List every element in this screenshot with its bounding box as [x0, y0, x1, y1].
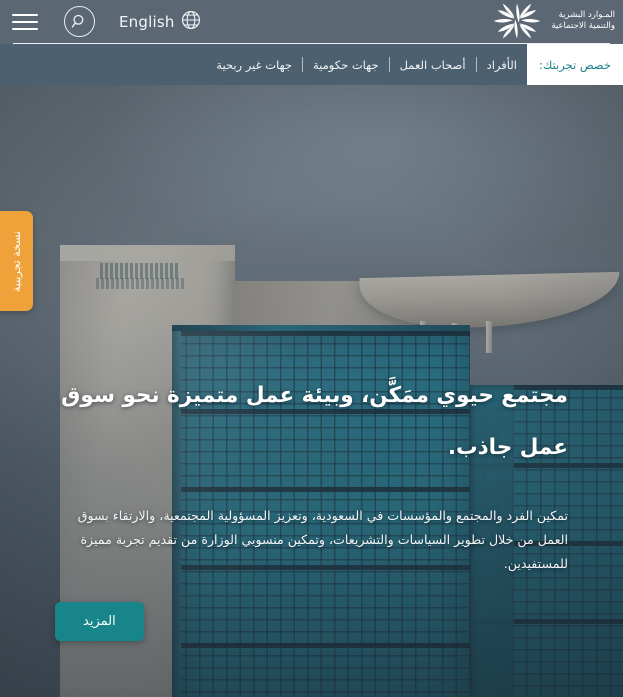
hero-button-row: المزيد [55, 576, 568, 641]
nav-separator [388, 57, 390, 72]
hero-description: تمكين الفرد والمجتمع والمؤسسات في السعود… [77, 508, 568, 571]
logo-line-2: والتنمية الاجتماعية [551, 21, 615, 31]
search-icon[interactable] [64, 6, 95, 37]
hamburger-menu-icon[interactable] [12, 11, 38, 33]
beta-version-badge[interactable]: نسخة تجريبية [0, 211, 33, 311]
ministry-logo[interactable]: المـوارد البشرية والتنمية الاجتماعية [491, 1, 615, 41]
header-left-controls: English [10, 0, 202, 43]
page-root: English المـوارد البشرية والتنمية الاجتم… [0, 0, 623, 697]
nav-tab-government-entities[interactable]: جهات حكومية [303, 44, 389, 85]
hero-title: مجتمع حيوي ممَكَّن، وبيئة عمل متميزة نحو… [61, 383, 568, 460]
hamburger-line [12, 27, 38, 30]
language-switcher[interactable]: English [119, 9, 202, 35]
nav-separator [302, 57, 303, 72]
nav-tab-nonprofit-entities[interactable]: جهات غير ربحية [206, 44, 302, 85]
hamburger-line [12, 13, 38, 16]
top-header-bar: English المـوارد البشرية والتنمية الاجتم… [0, 0, 623, 43]
nav-tab-label: الأفراد [486, 57, 517, 72]
logo-line-1: المـوارد البشرية [558, 10, 615, 20]
primary-navigation: خصص تجربتك: الأفراد أصحاب العمل جهات حكو… [0, 44, 623, 85]
beta-version-label: نسخة تجريبية [9, 230, 23, 292]
nav-tab-personalize[interactable]: خصص تجربتك: [526, 44, 623, 85]
nav-tab-label: خصص تجربتك: [538, 57, 611, 72]
nav-tab-label: أصحاب العمل [399, 57, 466, 72]
nav-separator [475, 57, 477, 72]
hero-content: مجتمع حيوي ممَكَّن، وبيئة عمل متميزة نحو… [55, 370, 568, 641]
nav-tab-label: جهات حكومية [313, 57, 379, 72]
nav-tab-label: جهات غير ربحية [216, 57, 292, 72]
nav-tab-list: خصص تجربتك: الأفراد أصحاب العمل جهات حكو… [206, 44, 623, 85]
nav-tab-individuals[interactable]: الأفراد [477, 44, 527, 85]
globe-icon [180, 9, 202, 35]
hero-more-button[interactable]: المزيد [55, 602, 144, 641]
hrsd-palm-starburst-logo-icon [491, 1, 543, 41]
hamburger-line [12, 20, 38, 23]
nav-tab-employers[interactable]: أصحاب العمل [390, 44, 476, 85]
logo-text-block: المـوارد البشرية والتنمية الاجتماعية [551, 10, 615, 32]
language-label: English [119, 12, 175, 31]
